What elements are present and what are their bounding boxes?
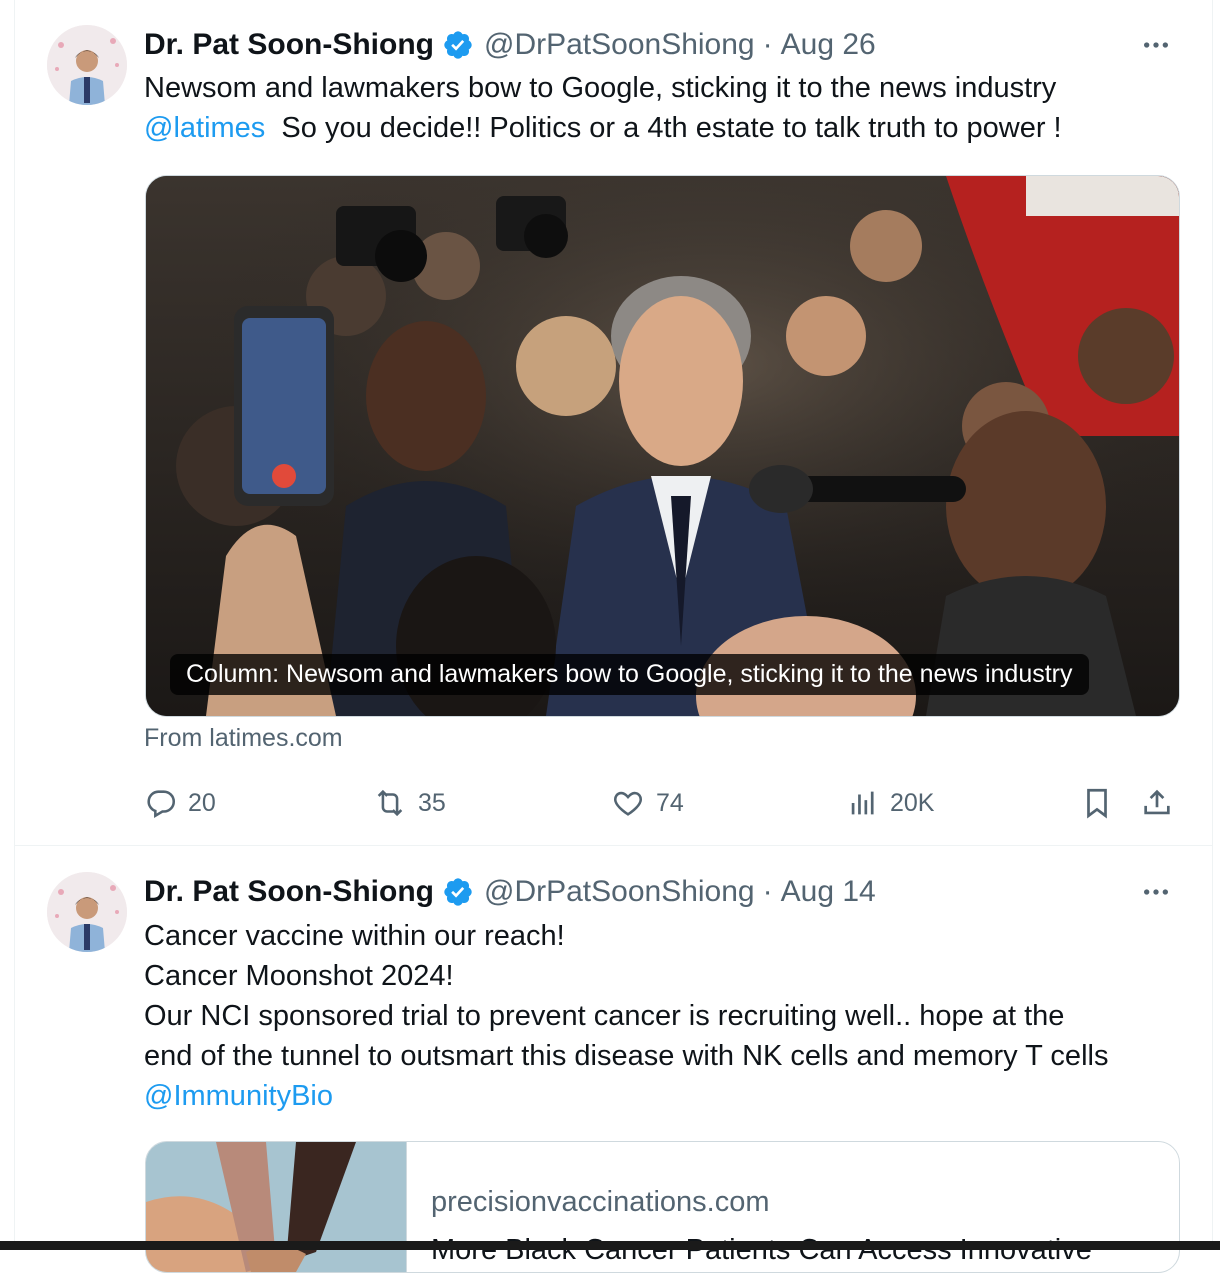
tweet-date[interactable]: Aug 14 xyxy=(781,875,876,909)
timeline-feed: Dr. Pat Soon-Shiong @DrPatSoonShiong · A… xyxy=(14,0,1213,1273)
tweet-header: Dr. Pat Soon-Shiong @DrPatSoonShiong · A… xyxy=(144,25,876,65)
repost-button[interactable]: 35 xyxy=(372,778,446,828)
author-name[interactable]: Dr. Pat Soon-Shiong xyxy=(144,875,434,909)
reply-button[interactable]: 20 xyxy=(144,778,216,828)
link-source[interactable]: From latimes.com xyxy=(144,724,343,753)
tweet-text: Cancer vaccine within our reach! Cancer … xyxy=(144,916,1184,1116)
repost-count: 35 xyxy=(418,788,446,817)
author-name[interactable]: Dr. Pat Soon-Shiong xyxy=(144,28,434,62)
share-button[interactable] xyxy=(1140,778,1184,828)
tweet[interactable]: Dr. Pat Soon-Shiong @DrPatSoonShiong · A… xyxy=(15,0,1212,846)
mention-link[interactable]: @ImmunityBio xyxy=(144,1080,333,1112)
tweet-date[interactable]: Aug 26 xyxy=(781,28,876,62)
views-icon xyxy=(851,791,874,815)
verified-badge-icon[interactable] xyxy=(442,876,474,908)
reply-count: 20 xyxy=(188,788,216,817)
bookmark-icon xyxy=(1087,788,1107,819)
share-icon xyxy=(1144,789,1170,815)
tweet-text-line: @latimes So you decide!! Politics or a 4… xyxy=(144,108,1184,148)
like-count: 74 xyxy=(656,788,684,817)
verified-badge-icon[interactable] xyxy=(442,29,474,61)
press-crowd-photo xyxy=(146,176,1179,716)
author-handle[interactable]: @DrPatSoonShiong xyxy=(484,28,755,62)
tweet-text-line: Cancer Moonshot 2024! xyxy=(144,960,454,992)
reply-icon xyxy=(147,790,176,819)
mention-link[interactable]: @latimes xyxy=(144,112,265,144)
views-count: 20K xyxy=(890,788,935,817)
media-caption: Column: Newsom and lawmakers bow to Goog… xyxy=(170,654,1089,695)
tweet-text-line: end of the tunnel to outsmart this disea… xyxy=(144,1040,1109,1072)
like-button[interactable]: 74 xyxy=(610,778,684,828)
tweet-text-line: Newsom and lawmakers bow to Google, stic… xyxy=(144,72,1057,104)
author-handle[interactable]: @DrPatSoonShiong xyxy=(484,875,755,909)
separator-dot: · xyxy=(762,28,773,61)
tweet-text-line: Our NCI sponsored trial to prevent cance… xyxy=(144,1000,1065,1032)
tweet-text: Newsom and lawmakers bow to Google, stic… xyxy=(144,68,1184,148)
link-preview-card[interactable]: precisionvaccinations.com More Black Can… xyxy=(145,1141,1180,1273)
like-icon xyxy=(614,791,642,816)
separator-dot: · xyxy=(762,875,773,908)
card-title: More Black Cancer Patients Can Access In… xyxy=(431,1234,1092,1266)
link-card-image[interactable]: Column: Newsom and lawmakers bow to Goog… xyxy=(145,175,1180,717)
tweet[interactable]: Dr. Pat Soon-Shiong @DrPatSoonShiong · A… xyxy=(15,846,1212,1273)
bookmark-button[interactable] xyxy=(1080,778,1124,828)
avatar[interactable] xyxy=(47,25,127,105)
tweet-text-line: Cancer vaccine within our reach! xyxy=(144,920,565,952)
repost-icon xyxy=(377,789,403,817)
tweet-text-fragment: So you decide!! Politics or a 4th estate… xyxy=(281,112,1062,144)
views-button[interactable]: 20K xyxy=(846,778,934,828)
action-bar: 20 35 74 20K xyxy=(144,778,1184,828)
card-domain: precisionvaccinations.com xyxy=(431,1186,770,1218)
link-card-image xyxy=(146,1142,407,1272)
avatar[interactable] xyxy=(47,872,127,952)
tweet-header: Dr. Pat Soon-Shiong @DrPatSoonShiong · A… xyxy=(144,872,876,912)
more-options-icon[interactable] xyxy=(1136,25,1176,65)
window-bottom-edge xyxy=(0,1241,1220,1250)
more-options-icon[interactable] xyxy=(1136,872,1176,912)
